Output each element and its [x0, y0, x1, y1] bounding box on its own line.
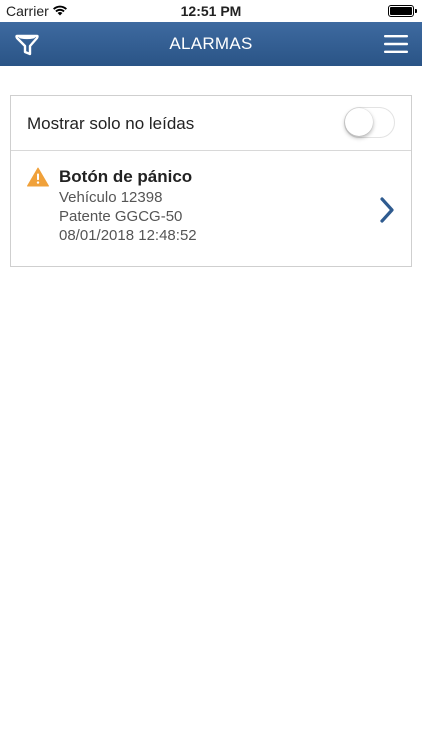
page-title: ALARMAS — [169, 34, 253, 53]
alarm-list-item[interactable]: Botón de pánico Vehículo 12398 Patente G… — [11, 152, 411, 267]
unread-filter-label: Mostrar solo no leídas — [27, 114, 195, 133]
alarm-plate: Patente GGCG-50 — [59, 208, 183, 225]
status-bar: Carrier 12:51 PM — [0, 0, 422, 22]
hamburger-menu-icon[interactable] — [384, 34, 408, 54]
unread-filter-row: Mostrar solo no leídas — [11, 96, 411, 151]
nav-bar: ALARMAS — [0, 22, 422, 66]
toggle-knob — [345, 108, 373, 136]
chevron-right-icon[interactable] — [379, 196, 395, 224]
alarm-vehicle: Vehículo 12398 — [59, 189, 163, 206]
status-time: 12:51 PM — [180, 3, 242, 19]
alarm-name: Botón de pánico — [59, 167, 193, 186]
alarm-details: Botón de pánico Vehículo 12398 Patente G… — [59, 166, 197, 245]
alarm-datetime: 08/01/2018 12:48:52 — [59, 227, 197, 244]
battery-icon — [388, 5, 417, 17]
alarms-card: Mostrar solo no leídas Botón de pánico V… — [10, 95, 412, 267]
warning-icon — [27, 167, 49, 187]
unread-filter-toggle[interactable] — [344, 107, 395, 138]
